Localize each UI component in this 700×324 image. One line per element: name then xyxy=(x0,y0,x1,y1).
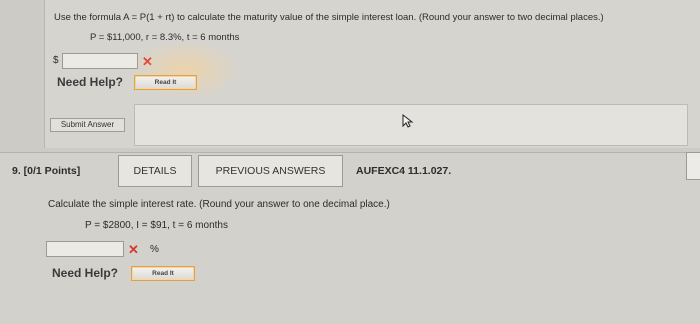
q9-points-label: 9. [0/1 Points] xyxy=(12,165,81,177)
q8-answer-input[interactable] xyxy=(62,53,138,69)
q8-question-text: Use the formula A = P(1 + rt) to calcula… xyxy=(54,12,604,23)
question-9-panel xyxy=(0,152,700,324)
q8-need-help-label: Need Help? xyxy=(57,75,124,89)
problem-code: AUFEXC4 11.1.027. xyxy=(356,165,452,177)
submit-answer-button[interactable]: Submit Answer xyxy=(50,118,125,132)
screen-glare xyxy=(130,40,240,100)
q9-variables: P = $2800, I = $91, t = 6 months xyxy=(85,220,228,231)
details-tab[interactable]: DETAILS xyxy=(118,155,192,187)
q9-question-text: Calculate the simple interest rate. (Rou… xyxy=(48,199,390,210)
q9-answer-input[interactable] xyxy=(46,241,124,257)
previous-answers-tab[interactable]: PREVIOUS ANSWERS xyxy=(198,155,343,187)
q9-read-it-button[interactable]: Read It xyxy=(131,266,195,281)
close-icon: ✕ xyxy=(128,242,139,257)
q8-currency-symbol: $ xyxy=(53,55,59,66)
mouse-cursor-icon xyxy=(402,114,414,128)
q8-read-it-button[interactable]: Read It xyxy=(134,75,197,90)
percent-unit: % xyxy=(150,244,159,255)
q9-need-help-label: Need Help? xyxy=(52,266,119,280)
side-panel-edge[interactable] xyxy=(686,152,700,180)
